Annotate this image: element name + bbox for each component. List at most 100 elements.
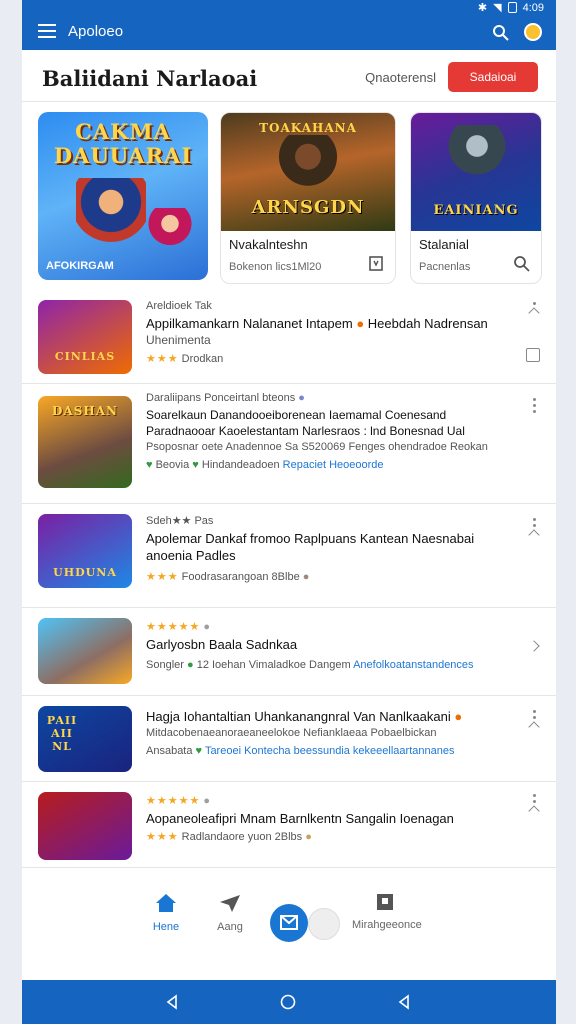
bluetooth-icon: ✱ xyxy=(477,2,488,14)
search-icon[interactable] xyxy=(513,255,531,273)
item-title: Apolemar Dankaf fromoo Raplpuans Kantean… xyxy=(146,531,475,563)
compose-fab[interactable] xyxy=(270,904,308,942)
edit-icon[interactable] xyxy=(526,348,540,362)
list-item[interactable]: ★★★★★ ● Garlyosbn Baala Sadnkaa Songler … xyxy=(22,608,556,696)
send-icon xyxy=(220,895,240,912)
warrior-character xyxy=(267,135,349,197)
check-icon: ♥ xyxy=(192,459,199,471)
nav-manage-label: Mirahgeeonce xyxy=(352,919,422,931)
heart-icon: ♥ xyxy=(195,745,203,757)
item-title: Soarelkaun Danandooeiborenean Iaemamal C… xyxy=(146,408,465,438)
thumb-art-text: PAII AII NL xyxy=(46,714,78,753)
menu-icon[interactable] xyxy=(38,24,56,38)
item-stars: ★★★★★ xyxy=(146,795,201,807)
item-footer-stars: ★★★ xyxy=(146,831,179,843)
item-sub-link[interactable]: Anefolkoatanstandences xyxy=(353,659,473,671)
card-subtitle: Pacnenlas xyxy=(419,261,471,273)
item-thumbnail: UHDUNA xyxy=(38,514,132,588)
nav-home-label: Hene xyxy=(152,921,180,933)
item-footer-a: Ansabata xyxy=(146,745,193,757)
manage-icon xyxy=(377,894,393,910)
bookmark-icon[interactable] xyxy=(367,255,385,273)
item-title: Hagja Iohantaltian Uhankanangnral Van Na… xyxy=(146,709,451,724)
item-thumbnail: DASHAN xyxy=(38,396,132,488)
thumb-art-text: CINLIAS xyxy=(54,350,116,363)
page-title: Baliidani Narlaoai xyxy=(42,66,258,91)
system-nav-bar xyxy=(22,980,556,1024)
mail-icon xyxy=(280,915,298,930)
item-footer-a: Beovia xyxy=(155,459,190,471)
card-subtitle: Bokenon lics1Ml20 xyxy=(229,261,322,273)
battery-icon xyxy=(507,2,517,13)
robot-character xyxy=(445,125,509,195)
chevron-right-icon[interactable] xyxy=(526,638,542,674)
more-options-icon[interactable] xyxy=(526,398,542,434)
card-art-top: TOAKAHANA xyxy=(259,121,357,135)
item-title: Garlyosbn Baala Sadnkaa xyxy=(146,637,298,652)
item-stars: ★★★ xyxy=(146,353,179,365)
badge-icon: ● xyxy=(454,709,463,724)
card-title: Nvakalnteshn xyxy=(229,237,308,252)
featured-card-main[interactable]: CAKMA DAUUARAI AFOKIRGAM xyxy=(38,112,208,280)
item-footer-text: Radlandaore yuon 2Blbs xyxy=(181,831,303,843)
sidekick-character xyxy=(148,208,192,260)
more-options-icon[interactable] xyxy=(526,794,542,830)
card-art-title: ARNSGDN xyxy=(251,197,365,218)
item-stars: ★★★★★ xyxy=(146,621,201,633)
emoji-icon: ● xyxy=(302,571,310,583)
card-title: Stalanial xyxy=(419,237,469,252)
list-item[interactable]: CINLIAS Areldioek Tak Appilkamankarn Nal… xyxy=(22,292,556,384)
hero-character xyxy=(76,178,146,258)
more-options-icon[interactable] xyxy=(526,710,542,746)
item-footer-text: Foodrasarangoan 8Blbe xyxy=(181,571,300,583)
home-circle-icon[interactable] xyxy=(280,994,296,1010)
section-header: Baliidani Narlaoai Qnaoterensl Sadaioai xyxy=(22,50,556,102)
main-panel: Baliidani Narlaoai Qnaoterensl Sadaioai … xyxy=(22,50,556,980)
avatar-icon[interactable] xyxy=(524,23,542,41)
header-action-button[interactable]: Sadaioai xyxy=(448,62,538,92)
card-image: TOAKAHANA ARNSGDN xyxy=(221,113,395,231)
item-sub-a: Songler xyxy=(146,659,184,671)
search-icon[interactable] xyxy=(492,24,510,42)
item-footer-link[interactable]: Repaciet Heoeoorde xyxy=(283,459,384,471)
card-image: EAINIANG xyxy=(411,113,541,231)
status-bar: ✱ ◥ 4:09 xyxy=(477,1,544,15)
emoji-icon: ● xyxy=(305,831,312,843)
toggle-switch[interactable] xyxy=(308,908,340,940)
item-thumbnail: PAII AII NL xyxy=(38,706,132,772)
list-item[interactable]: PAII AII NL Hagja Iohantaltian Uhankanan… xyxy=(22,696,556,782)
leaf-icon: ♥ xyxy=(146,459,153,471)
nav-send-label: Aang xyxy=(217,921,243,933)
item-title: Aopaneoleafipri Mnam Barnlkentn Sangalin… xyxy=(146,811,454,826)
home-icon xyxy=(156,894,176,912)
item-sub-b: 12 Ioehan Vimaladkoe Dangem xyxy=(196,659,351,671)
more-options-icon[interactable] xyxy=(526,518,542,554)
recents-icon[interactable] xyxy=(396,994,412,1010)
item-subtitle: Mitdacobenaeanoraeaneelokoe Nefianklaeaa… xyxy=(146,727,437,739)
item-subtitle: Uhenimenta xyxy=(146,333,211,347)
item-footer-link[interactable]: Tareoei Kontecha beessundia kekeeellaart… xyxy=(205,745,455,757)
header-link[interactable]: Qnaoterensl xyxy=(365,70,436,85)
app-list: CINLIAS Areldioek Tak Appilkamankarn Nal… xyxy=(22,292,556,868)
more-options-icon[interactable] xyxy=(526,302,542,338)
list-item[interactable]: UHDUNA Sdeh★★ Pas Apolemar Dankaf fromoo… xyxy=(22,504,556,608)
featured-card-2[interactable]: EAINIANG Stalanial Pacnenlas xyxy=(410,112,542,284)
item-stars: ★★★ xyxy=(146,571,179,583)
item-footer-text: Drodkan xyxy=(181,353,224,365)
list-item[interactable]: ★★★★★ ● Aopaneoleafipri Mnam Barnlkentn … xyxy=(22,782,556,868)
item-thumbnail: CINLIAS xyxy=(38,300,132,374)
nav-manage[interactable]: Mirahgeeonce xyxy=(352,892,422,931)
back-icon[interactable] xyxy=(164,994,180,1010)
nav-send[interactable]: Aang xyxy=(210,892,250,933)
featured-card-1[interactable]: TOAKAHANA ARNSGDN Nvakalnteshn Bokenon l… xyxy=(220,112,396,284)
wifi-icon: ◥ xyxy=(493,2,502,14)
app-title: Apoloeo xyxy=(68,23,124,40)
info-icon: ● xyxy=(203,795,211,807)
bottom-nav: Hene Aang Mirahgeeonce xyxy=(22,870,556,980)
list-item[interactable]: DASHAN Daraliipans Ponceirtanl bteons ● … xyxy=(22,384,556,504)
thumb-art-text: UHDUNA xyxy=(53,566,117,579)
item-meta: Areldioek Tak xyxy=(146,300,212,312)
item-meta: Daraliipans Ponceirtanl bteons xyxy=(146,392,296,404)
item-thumbnail xyxy=(38,792,132,860)
nav-home[interactable]: Hene xyxy=(146,892,186,933)
